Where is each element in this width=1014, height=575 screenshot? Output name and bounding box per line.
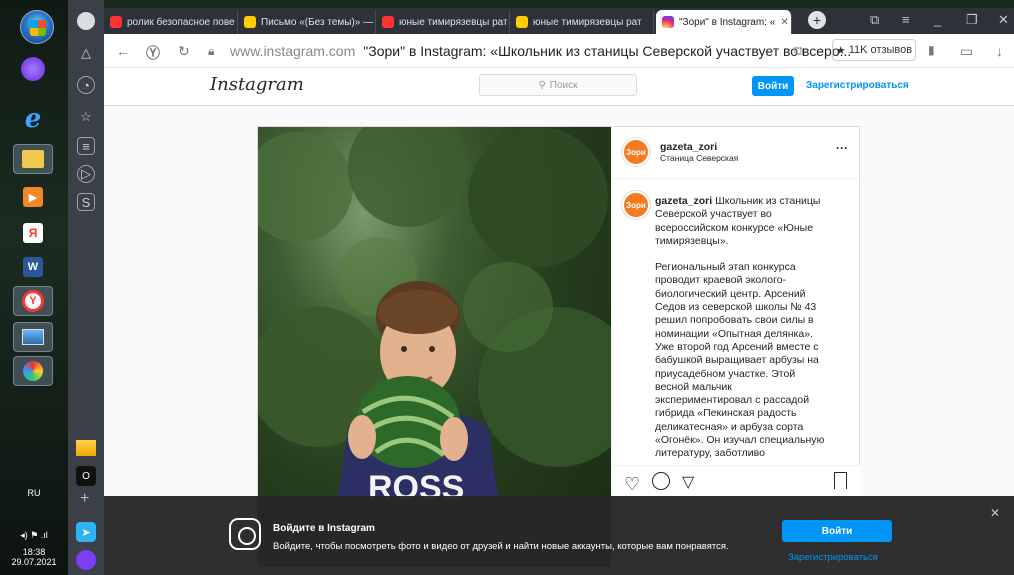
search-icon: ⚲	[538, 79, 546, 91]
search-placeholder: Поиск	[549, 79, 578, 91]
yandex-icon	[110, 16, 122, 28]
share-icon[interactable]: ▽	[682, 472, 694, 492]
word-icon[interactable]: W	[13, 252, 53, 282]
register-link[interactable]: Зарегистрироваться	[806, 80, 909, 91]
caption-body: Региональный этап конкурса проводит крае…	[655, 261, 825, 460]
banner-login-button[interactable]: Войти	[782, 520, 892, 542]
tab-label: юные тимирязевцы рат	[533, 16, 642, 28]
tab-3[interactable]: юные тимирязевцы рат	[376, 10, 510, 34]
tabs-menu-icon[interactable]: ⧉	[870, 12, 879, 28]
caption-username[interactable]: gazeta_zori	[655, 195, 712, 207]
instagram-logo[interactable]: Instagram	[210, 74, 304, 95]
tab-label: "Зори" в Instagram: «	[679, 16, 776, 28]
tab-label: юные тимирязевцы рат	[399, 16, 508, 28]
images-icon	[516, 16, 528, 28]
close-window-icon[interactable]: ✕	[998, 12, 1009, 28]
notifications-icon[interactable]: △	[77, 44, 95, 62]
page-title: "Зори" в Instagram: «Школьник из станицы…	[363, 43, 852, 59]
search-input[interactable]: ⚲ Поиск	[479, 74, 637, 96]
post-caption: gazeta_zori Школьник из станицы Северско…	[655, 195, 825, 474]
reading-list-icon[interactable]: ▭	[960, 43, 973, 60]
play-icon[interactable]: ▷	[77, 165, 95, 183]
reviews-button[interactable]: ★ 11K отзывов	[832, 39, 916, 61]
yandex-home-icon[interactable]: Ⓨ	[146, 43, 160, 63]
copy-link-icon[interactable]: ⧉	[794, 43, 803, 59]
tab-1[interactable]: ролик безопасное пове	[104, 10, 238, 34]
system-tray: RU ◂) ⚑ .ıl 18:38 29.07.2021	[0, 480, 68, 567]
instagram-page: Instagram ⚲ Поиск Войти Зарегистрировать…	[104, 68, 1014, 575]
close-tab-icon[interactable]: ✕	[780, 17, 788, 28]
yandex-browser-icon[interactable]: Y	[13, 286, 53, 316]
tab-5-active[interactable]: "Зори" в Instagram: « ✕	[656, 10, 792, 34]
media-player-icon[interactable]: ▶	[13, 182, 53, 212]
username-link[interactable]: gazeta_zori	[660, 141, 738, 153]
alice-icon[interactable]	[13, 54, 53, 84]
picture-viewer-icon[interactable]	[13, 322, 53, 352]
reload-icon[interactable]: ↻	[178, 43, 190, 60]
explorer-icon[interactable]	[13, 144, 53, 174]
bookmarks-star-icon[interactable]: ☆	[77, 108, 95, 126]
caption-avatar[interactable]: Зори	[622, 191, 650, 219]
save-icon[interactable]	[834, 472, 847, 489]
ie-icon[interactable]: e	[13, 104, 53, 134]
address-bar: ← Ⓨ ↻ 🔒︎ www.instagram.com "Зори" в Insta…	[104, 34, 1014, 68]
post-author: gazeta_zori Станица Северская	[660, 141, 738, 163]
bookmark-icon[interactable]: ▮	[928, 43, 935, 57]
instagram-icon	[662, 16, 674, 28]
add-panel-icon[interactable]: +	[80, 490, 89, 508]
yandex-icon[interactable]: Я	[13, 218, 53, 248]
windows-taskbar: e ▶ Я W Y RU ◂) ⚑ .ıl 18:38 29.07.2021	[0, 0, 68, 575]
back-icon[interactable]: ←	[116, 43, 130, 59]
post-header: Зори gazeta_zori Станица Северская ···	[612, 127, 860, 179]
banner-text: Войдите, чтобы посмотреть фото и видео о…	[273, 541, 729, 552]
reviews-label: 11K отзывов	[848, 44, 913, 56]
instagram-header: Instagram ⚲ Поиск Войти Зарегистрировать…	[104, 68, 1014, 106]
browser-sidebar: △ ◔ ☆ ≡ ▷ S O + ➤	[68, 0, 104, 575]
banner-register-link[interactable]: Зарегистрироваться	[788, 552, 878, 563]
downloads-icon[interactable]: ↓	[996, 43, 1003, 59]
login-banner: Войдите в Instagram Войдите, чтобы посмо…	[104, 496, 1014, 575]
clock-date[interactable]: 29.07.2021	[0, 557, 68, 567]
alice-sidebar-icon[interactable]	[76, 550, 96, 570]
comment-icon[interactable]	[652, 472, 670, 490]
zen-icon[interactable]: S	[77, 193, 95, 211]
restore-icon[interactable]: ❐	[966, 12, 978, 28]
tab-bar: ролик безопасное пове Письмо «(Без темы)…	[104, 8, 1014, 34]
url-text: www.instagram.com	[230, 43, 356, 59]
new-tab-button[interactable]: +	[808, 11, 826, 29]
tab-label: Письмо «(Без темы)» —	[261, 16, 374, 28]
messenger-icon[interactable]: O	[76, 466, 96, 486]
star-icon: ★	[835, 44, 846, 57]
tab-label: ролик безопасное пове	[127, 16, 235, 28]
language-indicator[interactable]: RU	[0, 488, 68, 498]
profile-icon[interactable]	[77, 12, 95, 30]
tray-icons[interactable]: ◂) ⚑ .ıl	[0, 530, 68, 541]
clock-time[interactable]: 18:38	[0, 547, 68, 557]
login-button[interactable]: Войти	[752, 76, 794, 96]
mail-icon	[244, 16, 256, 28]
url-field[interactable]: www.instagram.com "Зори" в Instagram: «Шк…	[230, 43, 851, 59]
history-icon[interactable]: ◔	[77, 76, 95, 94]
lock-icon[interactable]: 🔒︎	[208, 44, 214, 59]
paint-icon[interactable]	[13, 356, 53, 386]
location-link[interactable]: Станица Северская	[660, 153, 738, 163]
notes-icon[interactable]: ≡	[77, 137, 95, 155]
instagram-icon	[229, 518, 261, 550]
tab-2[interactable]: Письмо «(Без темы)» —	[238, 10, 376, 34]
like-icon[interactable]: ♡	[624, 474, 640, 495]
mail-icon[interactable]	[76, 440, 96, 456]
close-icon[interactable]: ✕	[990, 506, 1000, 520]
minimize-icon[interactable]: _	[934, 12, 941, 27]
more-options-icon[interactable]: ···	[836, 141, 848, 155]
yandex-icon	[382, 16, 394, 28]
tab-4[interactable]: юные тимирязевцы рат	[510, 10, 654, 34]
banner-title: Войдите в Instagram	[273, 523, 375, 534]
send-icon[interactable]: ➤	[76, 522, 96, 542]
start-button[interactable]	[20, 10, 54, 44]
avatar[interactable]: Зори	[622, 138, 650, 166]
menu-icon[interactable]: ≡	[902, 12, 910, 27]
